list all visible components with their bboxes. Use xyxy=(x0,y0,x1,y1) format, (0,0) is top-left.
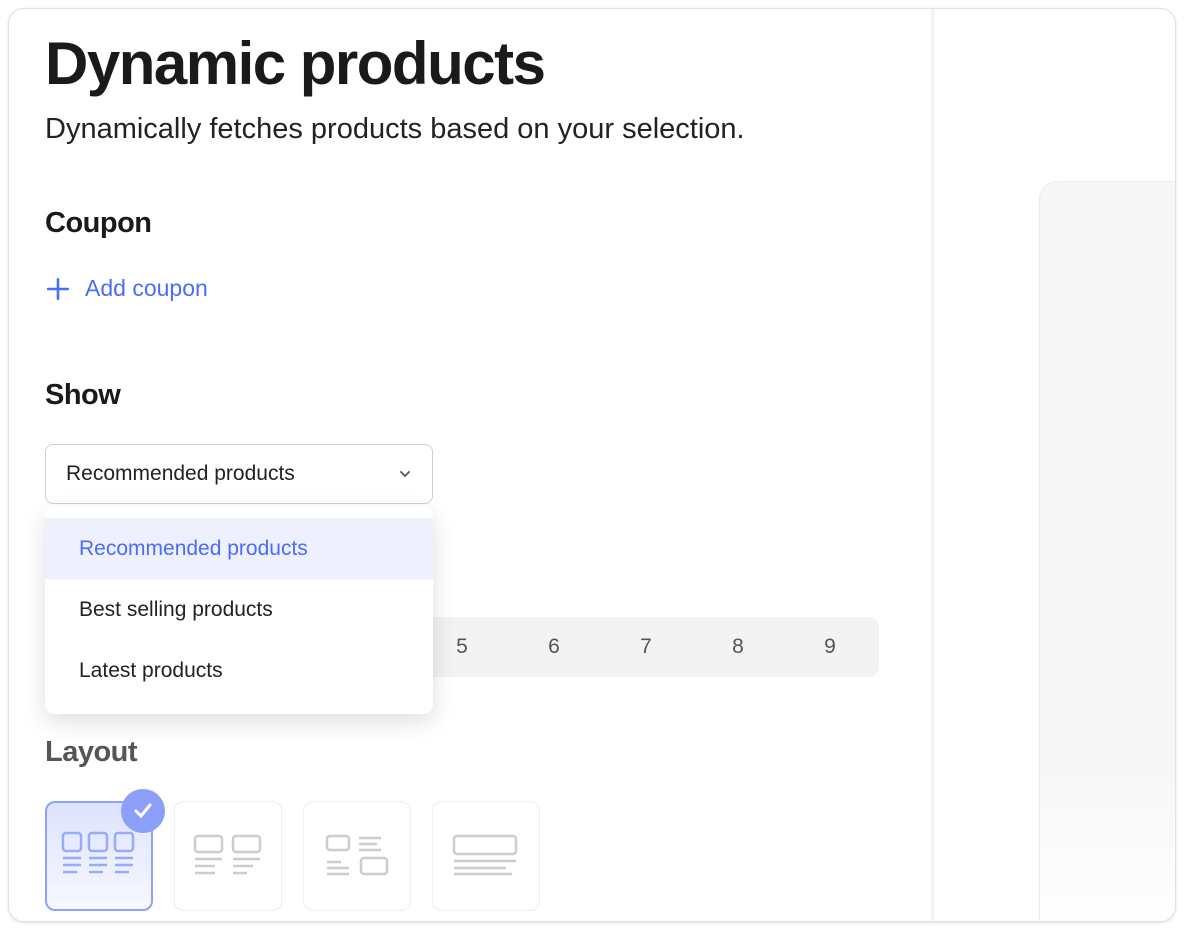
coupon-heading: Coupon xyxy=(45,207,152,239)
editor-card: Dynamic products Dynamically fetches pro… xyxy=(8,8,1176,922)
count-option-8[interactable]: 8 xyxy=(728,635,748,659)
count-option-7[interactable]: 7 xyxy=(636,635,656,659)
selected-check-icon xyxy=(121,789,165,833)
layout-list-mixed[interactable] xyxy=(303,801,411,911)
show-select[interactable]: Recommended products xyxy=(45,444,433,504)
show-select-value: Recommended products xyxy=(66,462,295,485)
single-wide-icon xyxy=(452,834,518,876)
layout-options xyxy=(45,789,540,911)
option-recommended-products[interactable]: Recommended products xyxy=(45,518,433,579)
add-coupon-label: Add coupon xyxy=(85,275,208,301)
layout-single-wide[interactable] xyxy=(432,801,540,911)
option-latest-products[interactable]: Latest products xyxy=(45,640,433,701)
panel-divider xyxy=(931,9,935,921)
grid-3-column-icon xyxy=(61,831,135,874)
chevron-down-icon xyxy=(400,471,410,478)
layout-heading: Layout xyxy=(45,736,138,768)
plus-icon xyxy=(46,277,70,300)
show-heading: Show xyxy=(45,379,121,411)
option-best-selling-products[interactable]: Best selling products xyxy=(45,579,433,640)
page-subtitle: Dynamically fetches products based on yo… xyxy=(45,113,745,145)
count-option-9[interactable]: 9 xyxy=(820,635,840,659)
count-option-5[interactable]: 5 xyxy=(452,635,472,659)
add-coupon-button[interactable]: Add coupon xyxy=(45,275,208,302)
show-dropdown-menu: Recommended products Best selling produc… xyxy=(45,506,433,714)
layout-grid-2-column[interactable] xyxy=(174,801,282,911)
count-option-6[interactable]: 6 xyxy=(544,635,564,659)
preview-panel xyxy=(1039,181,1175,921)
page-title: Dynamic products xyxy=(45,30,546,97)
list-mixed-icon xyxy=(325,834,389,876)
layout-grid-3-column[interactable] xyxy=(45,789,165,911)
grid-2-column-icon xyxy=(193,834,262,875)
